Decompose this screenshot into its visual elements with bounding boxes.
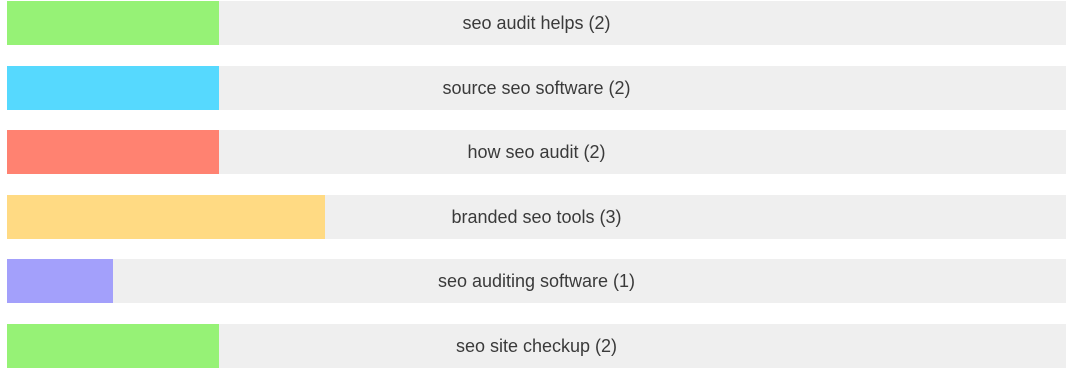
bar-label: branded seo tools (3) bbox=[451, 207, 622, 227]
bar-row[interactable]: seo audit helps (2) bbox=[7, 1, 1066, 45]
bar-row[interactable]: how seo audit (2) bbox=[7, 130, 1066, 174]
bar-chart: seo audit helps (2) source seo software (… bbox=[7, 0, 1066, 376]
bar-row[interactable]: branded seo tools (3) bbox=[7, 195, 1066, 239]
bar-label: how seo audit (2) bbox=[467, 142, 606, 162]
bar-label: seo auditing software (1) bbox=[437, 271, 636, 291]
bar-label: seo audit helps (2) bbox=[462, 13, 611, 33]
bar-row[interactable]: seo auditing software (1) bbox=[7, 259, 1066, 303]
bar-row[interactable]: source seo software (2) bbox=[7, 66, 1066, 110]
bar-label: seo site checkup (2) bbox=[455, 336, 618, 356]
bar-label: source seo software (2) bbox=[442, 78, 631, 98]
bar-row[interactable]: seo site checkup (2) bbox=[7, 324, 1066, 368]
